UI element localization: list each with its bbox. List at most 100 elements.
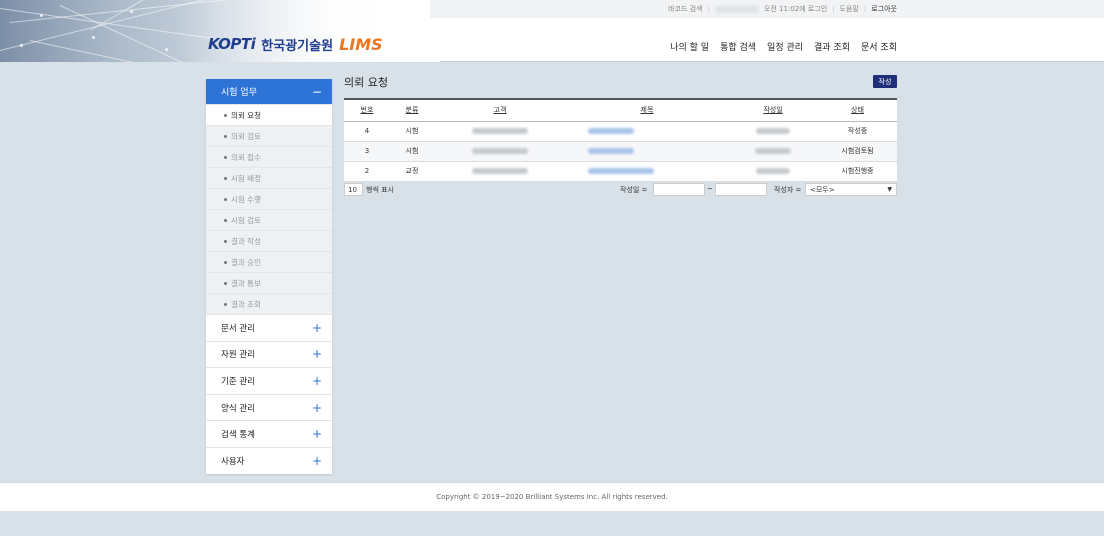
column-header-number[interactable]: 번호 <box>344 98 390 122</box>
barcode-search-link[interactable]: 바코드 검색 <box>668 4 702 14</box>
sidebar-item-test-perform[interactable]: 시험 수행 <box>206 188 332 209</box>
sidebar-item-label: 의뢰 접수 <box>231 152 261 162</box>
logo-product: LIMS <box>339 34 383 54</box>
sidebar-item-test-assign[interactable]: 시험 배정 <box>206 167 332 188</box>
expand-icon: + <box>311 320 322 335</box>
logout-link[interactable]: 로그아웃 <box>871 4 897 14</box>
writer-select-value: <모두> <box>810 185 835 194</box>
cell-subject-link[interactable] <box>566 141 728 162</box>
cell-subject-link[interactable] <box>566 121 728 142</box>
cell-number: 4 <box>344 121 390 142</box>
sidebar-item-label: 시험 검토 <box>231 215 261 225</box>
nav-integrated-search[interactable]: 통합 검색 <box>720 40 756 53</box>
sidebar-section-resources[interactable]: 자원 관리 + <box>206 340 332 368</box>
app-logo[interactable]: KOPTi 한국광기술원 LIMS <box>208 34 383 54</box>
nav-schedule[interactable]: 일정 관리 <box>767 40 803 53</box>
cell-category: 시험 <box>390 141 434 162</box>
writer-select[interactable]: <모두> ▼ <box>805 183 897 196</box>
sidebar-item-label: 결과 통보 <box>231 278 261 288</box>
sidebar-item-result-approve[interactable]: 결과 승인 <box>206 251 332 272</box>
nav-my-tasks[interactable]: 나의 할 일 <box>670 40 709 53</box>
bullet-icon <box>224 281 227 285</box>
column-header-status[interactable]: 상태 <box>818 98 897 122</box>
cell-status: 시험진행중 <box>818 161 897 182</box>
date-to-input[interactable] <box>715 183 767 196</box>
page-size-input[interactable]: 10 <box>344 183 363 196</box>
main-nav: 나의 할 일 통합 검색 일정 관리 결과 조회 문서 조회 <box>670 40 897 53</box>
cell-category: 교정 <box>390 161 434 182</box>
bullet-icon <box>224 134 227 138</box>
sidebar-item-result-notify[interactable]: 결과 통보 <box>206 272 332 293</box>
bullet-icon <box>224 218 227 222</box>
cell-number: 2 <box>344 161 390 182</box>
column-header-category[interactable]: 분류 <box>390 98 434 122</box>
bullet-icon <box>224 176 227 180</box>
header: KOPTi 한국광기술원 LIMS 바코드 검색 | 오전 11:02에 로그인… <box>0 0 1104 62</box>
sidebar-item-label: 의뢰 검토 <box>231 131 261 141</box>
writer-filter-label: 작성자 = <box>774 186 802 194</box>
cell-number: 3 <box>344 141 390 162</box>
expand-icon: + <box>311 453 322 468</box>
sidebar-section-test-work[interactable]: 시험 업무 − <box>206 79 332 104</box>
sidebar-item-label: 결과 작성 <box>231 236 261 246</box>
sidebar-item-test-review[interactable]: 시험 검토 <box>206 209 332 230</box>
cell-subject-link[interactable] <box>566 161 728 182</box>
table-row[interactable]: 2 교정 시험진행중 <box>344 161 897 182</box>
help-link[interactable]: 도움말 <box>840 4 859 14</box>
date-range-separator: ~ <box>707 185 713 193</box>
date-from-input[interactable] <box>653 183 705 196</box>
nav-results[interactable]: 결과 조회 <box>814 40 850 53</box>
utility-bar: 바코드 검색 | 오전 11:02에 로그인 | 도움말 | 로그아웃 <box>668 4 897 14</box>
page-size-label: 행씩 표시 <box>366 186 394 194</box>
request-table: 번호 분류 고객 제목 작성일 상태 4 시험 작성중 3 시험 시험검토됨 2… <box>344 98 897 182</box>
sidebar-item-result-view[interactable]: 결과 조회 <box>206 293 332 314</box>
column-header-date[interactable]: 작성일 <box>728 98 818 122</box>
sidebar-item-label: 의뢰 요청 <box>231 110 261 120</box>
table-row[interactable]: 3 시험 시험검토됨 <box>344 141 897 162</box>
collapse-icon: − <box>311 84 322 99</box>
expand-icon: + <box>311 427 322 442</box>
sidebar-section-forms[interactable]: 양식 관리 + <box>206 393 332 421</box>
login-time-text: 오전 11:02에 로그인 <box>763 5 828 13</box>
cell-date-redacted <box>728 121 818 142</box>
sidebar-section-search-stats[interactable]: 검색 통계 + <box>206 420 332 447</box>
expand-icon: + <box>311 373 322 388</box>
sidebar-section-standards[interactable]: 기준 관리 + <box>206 367 332 394</box>
column-header-customer[interactable]: 고객 <box>434 98 566 122</box>
cell-customer-redacted <box>434 121 566 142</box>
column-header-subject[interactable]: 제목 <box>566 98 728 122</box>
cell-category: 시험 <box>390 121 434 142</box>
nav-documents[interactable]: 문서 조회 <box>861 40 897 53</box>
sidebar-section-documents[interactable]: 문서 관리 + <box>206 314 332 341</box>
sidebar-item-label: 결과 승인 <box>231 257 261 267</box>
sidebar-item-request-receipt[interactable]: 의뢰 접수 <box>206 146 332 167</box>
sidebar-item-result-write[interactable]: 결과 작성 <box>206 230 332 251</box>
bullet-icon <box>224 197 227 201</box>
write-button[interactable]: 작성 <box>873 75 897 88</box>
cell-status: 시험검토됨 <box>818 141 897 162</box>
cell-date-redacted <box>728 141 818 162</box>
sidebar-section-label: 문서 관리 <box>221 323 255 334</box>
cell-customer-redacted <box>434 141 566 162</box>
table-footer-controls: 10 행씩 표시 작성일 = ~ 작성자 = <모두> ▼ <box>344 183 897 197</box>
dropdown-arrow-icon: ▼ <box>887 186 892 193</box>
table-row[interactable]: 4 시험 작성중 <box>344 121 897 142</box>
expand-icon: + <box>311 400 322 415</box>
sidebar: 시험 업무 − 의뢰 요청 의뢰 검토 의뢰 접수 시험 배정 시험 수행 시험… <box>206 79 332 474</box>
bullet-icon <box>224 155 227 159</box>
page-title: 의뢰 요청 <box>344 76 388 89</box>
sidebar-section-label: 사용자 <box>221 456 245 467</box>
sidebar-item-request[interactable]: 의뢰 요청 <box>206 104 332 125</box>
date-filter-label: 작성일 = <box>620 186 648 194</box>
sidebar-section-users[interactable]: 사용자 + <box>206 446 332 474</box>
sidebar-section-label: 양식 관리 <box>221 403 255 414</box>
sidebar-item-request-review[interactable]: 의뢰 검토 <box>206 125 332 146</box>
bullet-icon <box>224 239 227 243</box>
copyright-text: Copyright © 2019~2020 Brilliant Systems … <box>436 493 668 501</box>
sidebar-item-label: 시험 수행 <box>231 194 261 204</box>
bullet-icon <box>224 302 227 306</box>
sidebar-section-label: 자원 관리 <box>221 350 255 361</box>
cell-status: 작성중 <box>818 121 897 142</box>
cell-customer-redacted <box>434 161 566 182</box>
sidebar-section-label: 시험 업무 <box>221 88 257 98</box>
